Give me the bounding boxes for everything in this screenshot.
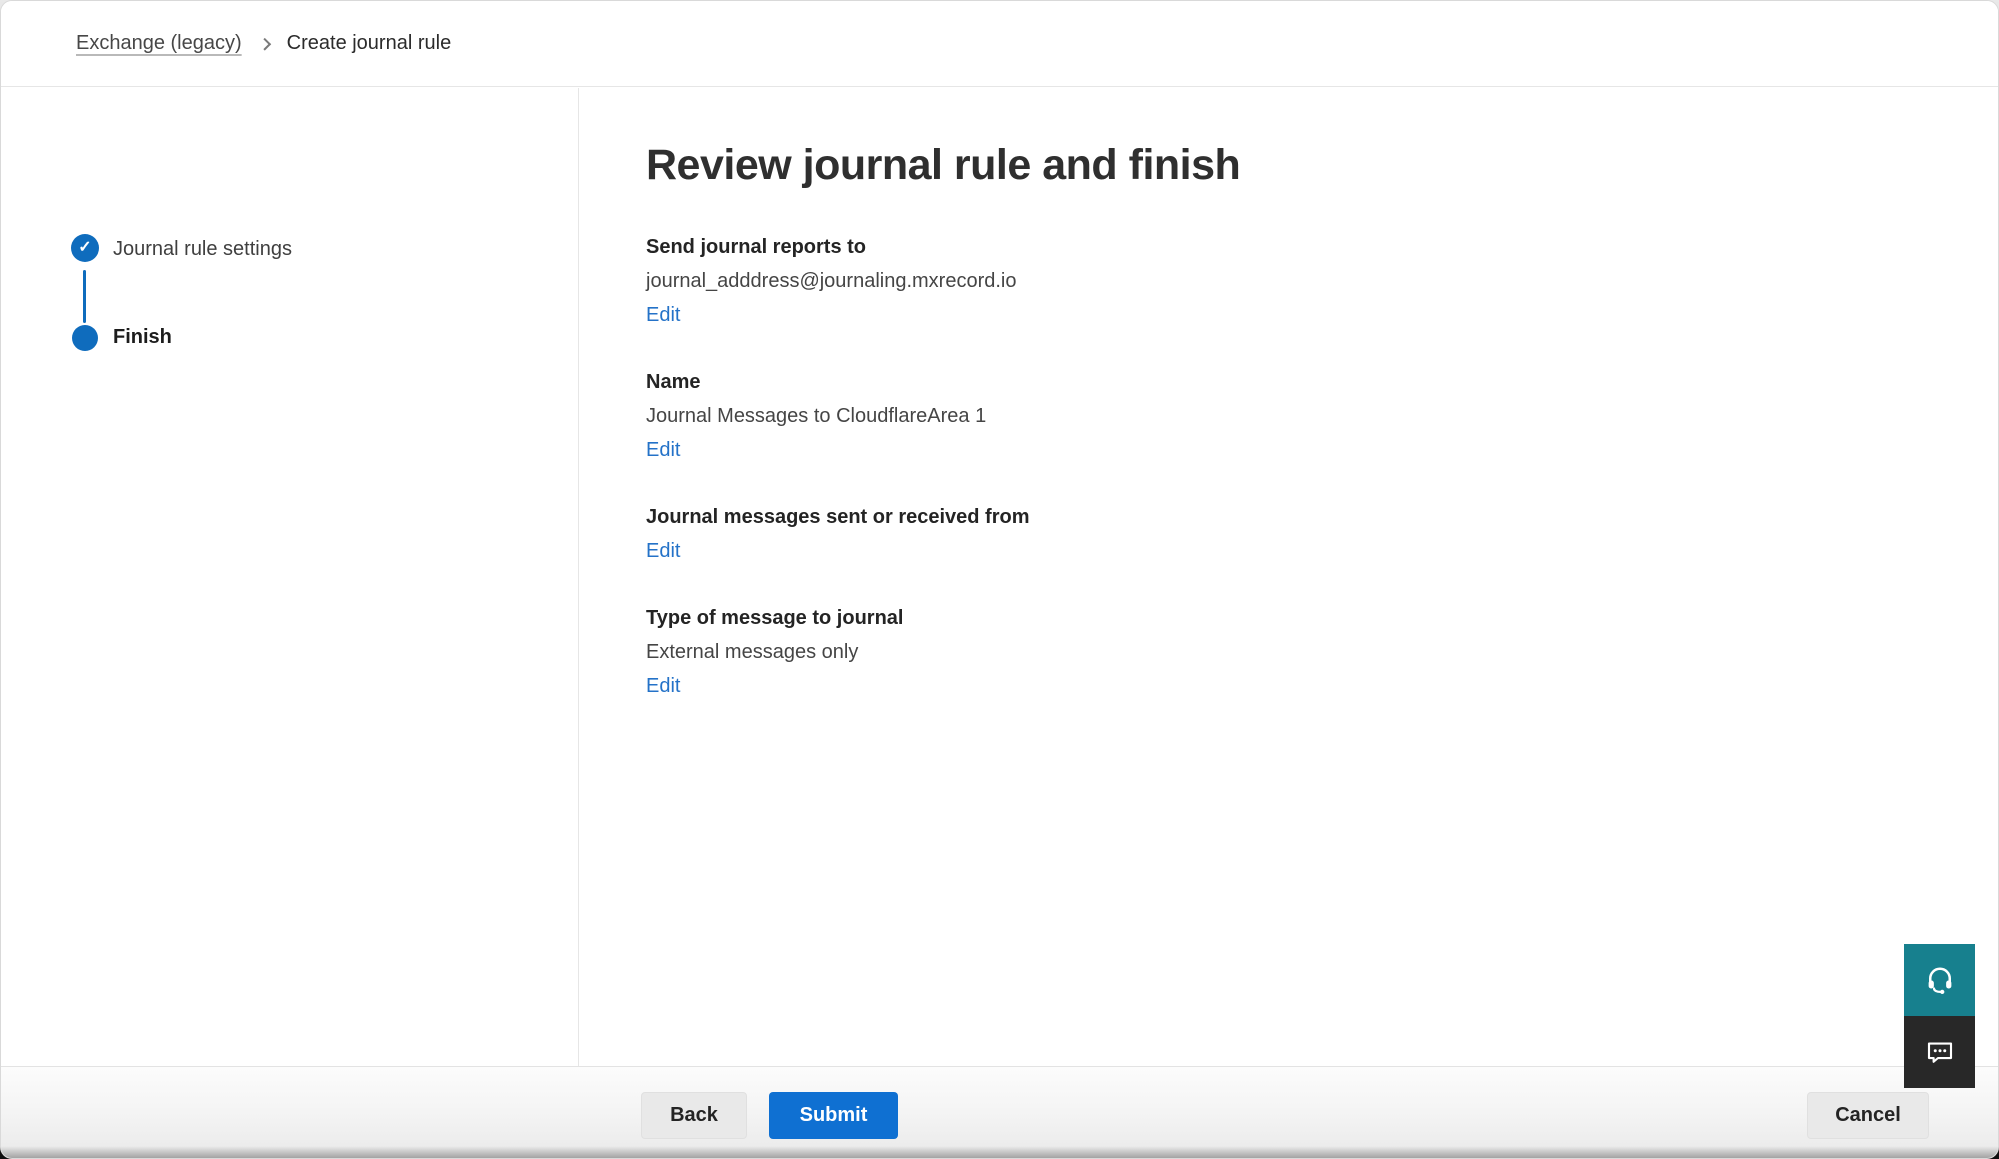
field-value: journal_adddress@journaling.mxrecord.io [646, 264, 1506, 298]
wizard-steps-rail: ✓ Journal rule settings Finish [1, 88, 579, 1066]
breadcrumb: Exchange (legacy) Create journal rule [1, 1, 1998, 87]
review-section-type-of-message-to-journal: Type of message to journal External mess… [646, 601, 1506, 703]
chevron-right-icon [258, 38, 271, 51]
submit-button[interactable]: Submit [769, 1092, 898, 1139]
wizard-step-journal-rule-settings[interactable]: Journal rule settings [113, 238, 292, 261]
step-completed-check-icon: ✓ [71, 234, 99, 262]
field-label: Type of message to journal [646, 601, 1506, 635]
edit-link-type-of-message-to-journal[interactable]: Edit [646, 669, 680, 703]
review-section-journal-messages-sent-or-received-from: Journal messages sent or received from E… [646, 500, 1506, 568]
feedback-button[interactable] [1904, 1016, 1975, 1088]
step-connector-line [83, 270, 86, 323]
back-button[interactable]: Back [641, 1092, 747, 1139]
chat-feedback-icon [1925, 1037, 1955, 1067]
review-section-name: Name Journal Messages to CloudflareArea … [646, 365, 1506, 467]
cancel-button[interactable]: Cancel [1807, 1092, 1929, 1139]
field-label: Name [646, 365, 1506, 399]
help-support-button[interactable] [1904, 944, 1975, 1016]
field-value: External messages only [646, 635, 1506, 669]
breadcrumb-link-exchange-legacy[interactable]: Exchange (legacy) [76, 32, 242, 55]
field-label: Send journal reports to [646, 230, 1506, 264]
edit-link-send-journal-reports-to[interactable]: Edit [646, 298, 680, 332]
review-section-send-journal-reports-to: Send journal reports to journal_adddress… [646, 230, 1506, 332]
field-label: Journal messages sent or received from [646, 500, 1506, 534]
app-window: Exchange (legacy) Create journal rule ✓ … [0, 0, 1999, 1159]
footer-action-bar: Back Submit Cancel [1, 1066, 1998, 1158]
edit-link-name[interactable]: Edit [646, 433, 680, 467]
page-title: Review journal rule and finish [646, 141, 1240, 190]
wizard-step-finish: Finish [113, 326, 172, 349]
headset-icon [1925, 965, 1955, 995]
floating-button-stack [1904, 944, 1975, 1088]
edit-link-journal-messages-sent-or-received-from[interactable]: Edit [646, 534, 680, 568]
field-value: Journal Messages to CloudflareArea 1 [646, 399, 1506, 433]
review-sections: Send journal reports to journal_adddress… [646, 230, 1506, 736]
screenshot-stage: Exchange (legacy) Create journal rule ✓ … [0, 0, 1999, 1159]
step-current-dot-icon [72, 325, 98, 351]
breadcrumb-current-page: Create journal rule [287, 32, 452, 55]
